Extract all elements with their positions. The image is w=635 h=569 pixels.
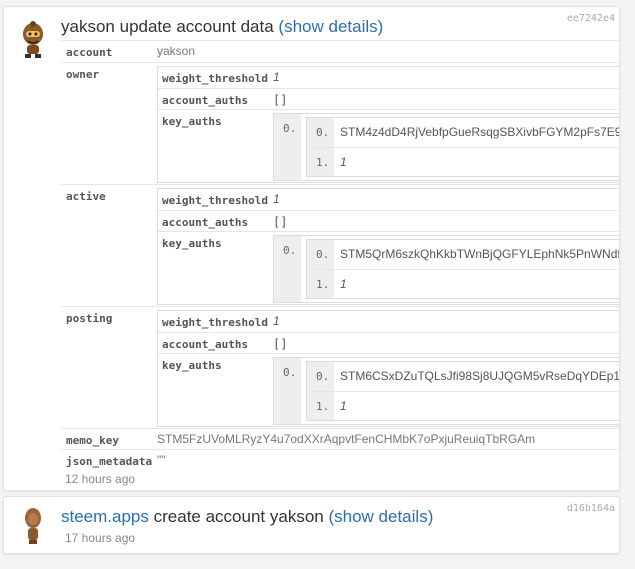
array-index: 0. <box>283 122 297 135</box>
key-auths-row: key_auths 0. 0. STM5QrM6szkQhKkbTWnBjQGF… <box>158 231 619 305</box>
sub-key: account_auths <box>162 338 249 351</box>
sub-value: 1 <box>273 314 280 328</box>
timestamp[interactable]: 17 hours ago <box>65 531 135 545</box>
field-key: owner <box>66 68 100 81</box>
key-auth-item: 1. 1 <box>307 147 619 176</box>
sub-key: key_auths <box>162 359 222 372</box>
array-index: 0. <box>283 366 297 379</box>
account-auths-row: account_auths [] <box>158 332 619 354</box>
sub-key: account_auths <box>162 94 249 107</box>
tx-id[interactable]: d16b164a <box>567 503 615 514</box>
key-weight: 1 <box>340 277 347 291</box>
op-card-create-account: d16b164a steem.apps create account yakso… <box>3 496 620 554</box>
op-title: steem.apps create account yakson (show d… <box>61 507 433 527</box>
sub-key: weight_threshold <box>162 194 268 207</box>
field-value[interactable]: yakson <box>157 44 195 58</box>
op-action: update account data <box>119 17 274 36</box>
key-auths-array: 0. 0. STM6CSxDZuTQLsJfi98Sj8UJQGM5vRseDq… <box>273 357 619 425</box>
field-row-json-metadata: json_metadata "" <box>61 449 619 471</box>
public-key[interactable]: STM4z4dD4RjVebfpGueRsqgSBXivbFGYM2pFs7E9 <box>340 125 619 139</box>
authority-table: weight_threshold 1 account_auths [] key_… <box>157 188 619 305</box>
user-avatar[interactable] <box>20 505 46 545</box>
json-metadata-value: "" <box>157 453 166 467</box>
account-auths-row: account_auths [] <box>158 88 619 110</box>
key-weight: 1 <box>340 399 347 413</box>
item-index: 1. <box>316 156 330 169</box>
key-weight: 1 <box>340 155 347 169</box>
field-key: posting <box>66 312 113 325</box>
account-auths-row: account_auths [] <box>158 210 619 232</box>
key-auth-item: 1. 1 <box>307 391 619 420</box>
field-row-memo-key: memo_key STM5FzUVoMLRyzY4u7odXXrAqpvtFen… <box>61 428 619 450</box>
actor-link[interactable]: yakson <box>61 17 115 36</box>
item-index: 1. <box>316 278 330 291</box>
target-account-link[interactable]: yakson <box>270 507 324 526</box>
authority-table: weight_threshold 1 account_auths [] key_… <box>157 66 619 183</box>
key-auth-item: 0. STM4z4dD4RjVebfpGueRsqgSBXivbFGYM2pFs… <box>307 118 619 146</box>
field-key: json_metadata <box>66 455 153 468</box>
sub-value: [] <box>273 337 288 351</box>
sub-key: weight_threshold <box>162 316 268 329</box>
key-auth-pair: 0. STM5QrM6szkQhKkbTWnBjQGFYLEphNk5PnWNd… <box>306 239 619 299</box>
op-title: yakson update account data (show details… <box>61 17 383 37</box>
weight-threshold-row: weight_threshold 1 <box>158 67 619 88</box>
tx-id[interactable]: ee7242e4 <box>567 13 615 24</box>
field-key: memo_key <box>66 434 119 447</box>
public-key[interactable]: STM6CSxDZuTQLsJfi98Sj8UJQGM5vRseDqYDEp1 <box>340 369 619 383</box>
user-avatar[interactable] <box>20 19 46 59</box>
sub-key: weight_threshold <box>162 72 268 85</box>
field-row-active: active weight_threshold 1 account_auths … <box>61 184 619 306</box>
sub-value: 1 <box>273 192 280 206</box>
key-auths-row: key_auths 0. 0. STM6CSxDZuTQLsJfi98Sj8UJ… <box>158 353 619 427</box>
item-index: 0. <box>316 248 330 261</box>
key-auths-row: key_auths 0. 0. STM4z4dD4RjVebfpGueRsqgS… <box>158 109 619 183</box>
op-card-update-account: ee7242e4 yakson update account data (sho… <box>3 6 620 491</box>
item-index: 0. <box>316 370 330 383</box>
sub-value: [] <box>273 215 288 229</box>
field-row-account: account yakson <box>61 40 619 62</box>
actor-link[interactable]: steem.apps <box>61 507 149 526</box>
sub-key: key_auths <box>162 237 222 250</box>
key-auth-item: 1. 1 <box>307 269 619 298</box>
show-details-link[interactable]: (show details) <box>278 17 383 36</box>
weight-threshold-row: weight_threshold 1 <box>158 311 619 332</box>
array-index: 0. <box>283 244 297 257</box>
key-auths-array: 0. 0. STM4z4dD4RjVebfpGueRsqgSBXivbFGYM2… <box>273 113 619 181</box>
key-auth-item: 0. STM6CSxDZuTQLsJfi98Sj8UJQGM5vRseDqYDE… <box>307 362 619 390</box>
timestamp[interactable]: 12 hours ago <box>65 472 135 486</box>
item-index: 0. <box>316 126 330 139</box>
sub-key: key_auths <box>162 115 222 128</box>
op-action: create account <box>153 507 266 526</box>
sub-value: 1 <box>273 70 280 84</box>
weight-threshold-row: weight_threshold 1 <box>158 189 619 210</box>
field-key: active <box>66 190 106 203</box>
public-key[interactable]: STM5QrM6szkQhKkbTWnBjQGFYLEphNk5PnWNdf <box>340 247 619 261</box>
key-auths-array: 0. 0. STM5QrM6szkQhKkbTWnBjQGFYLEphNk5Pn… <box>273 235 619 303</box>
show-details-link[interactable]: (show details) <box>328 507 433 526</box>
key-auth-pair: 0. STM6CSxDZuTQLsJfi98Sj8UJQGM5vRseDqYDE… <box>306 361 619 421</box>
sub-key: account_auths <box>162 216 249 229</box>
sub-value: [] <box>273 93 288 107</box>
authority-table: weight_threshold 1 account_auths [] key_… <box>157 310 619 427</box>
key-auth-item: 0. STM5QrM6szkQhKkbTWnBjQGFYLEphNk5PnWNd… <box>307 240 619 268</box>
memo-key-value[interactable]: STM5FzUVoMLRyzY4u7odXXrAqpvtFenCHMbK7oPx… <box>157 432 535 446</box>
item-index: 1. <box>316 400 330 413</box>
field-key: account <box>66 46 113 59</box>
field-row-posting: posting weight_threshold 1 account_auths… <box>61 306 619 428</box>
key-auth-pair: 0. STM4z4dD4RjVebfpGueRsqgSBXivbFGYM2pFs… <box>306 117 619 177</box>
field-row-owner: owner weight_threshold 1 account_auths [… <box>61 62 619 184</box>
